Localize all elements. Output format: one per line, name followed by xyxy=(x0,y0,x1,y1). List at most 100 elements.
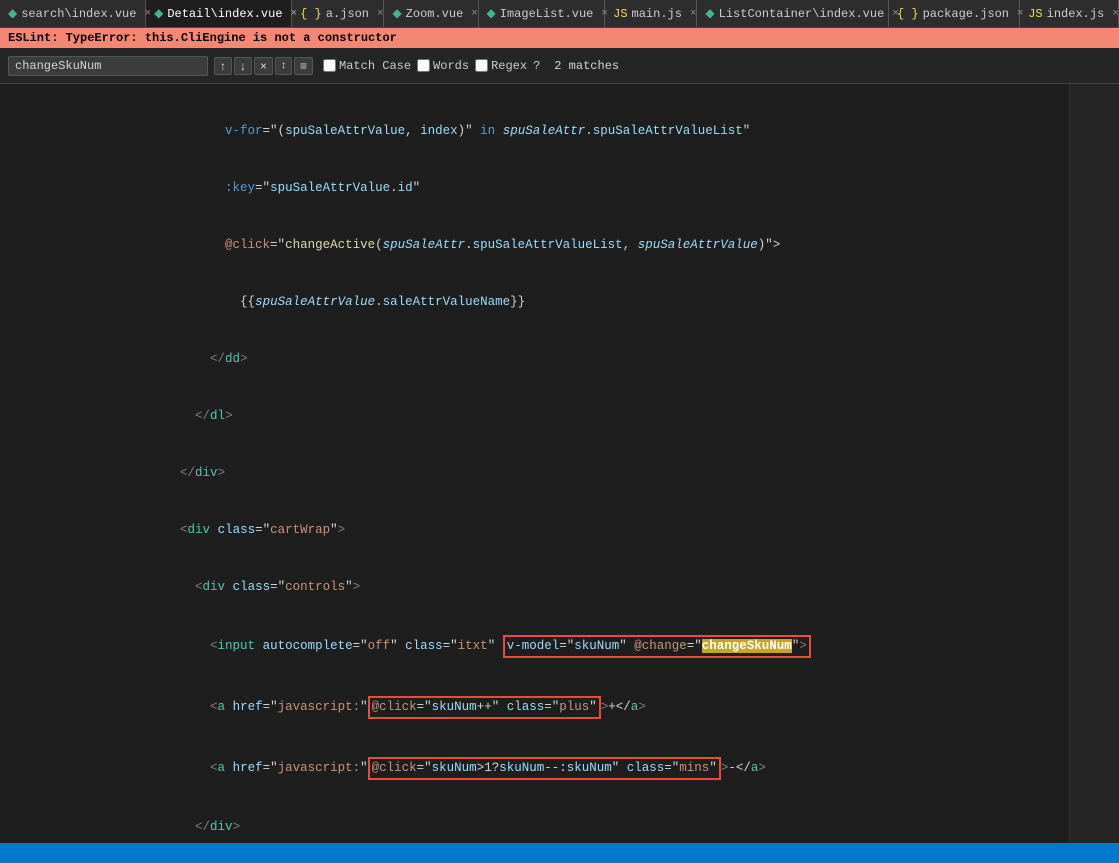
vue-icon: ◆ xyxy=(705,6,714,21)
words-label: Words xyxy=(433,59,469,73)
regex-label: Regex xyxy=(491,59,527,73)
tab-label: search\index.vue xyxy=(21,7,136,21)
line-number xyxy=(12,103,48,160)
match-case-label: Match Case xyxy=(339,59,411,73)
tab-close[interactable]: × xyxy=(892,8,899,20)
tab-close[interactable]: × xyxy=(291,8,298,20)
code-line: <a href="javascript:"@click="skuNum>1?sk… xyxy=(0,738,1069,799)
tab-label: index.js xyxy=(1047,7,1105,21)
line-number xyxy=(12,616,48,677)
line-number xyxy=(12,799,48,843)
tab-listcontainer[interactable]: ◆ ListContainer\index.vue × xyxy=(697,0,889,27)
search-input[interactable] xyxy=(15,59,175,73)
tab-close[interactable]: × xyxy=(144,8,151,20)
help-option[interactable]: ? xyxy=(533,59,540,73)
code-line: </div> xyxy=(0,445,1069,502)
tab-close[interactable]: × xyxy=(1017,8,1024,20)
code-content: </dd> xyxy=(60,331,1069,388)
code-content: <div class="cartWrap"> xyxy=(60,502,1069,559)
tab-zoom-vue[interactable]: ◆ Zoom.vue × xyxy=(384,0,478,27)
tab-detail-index[interactable]: ◆ Detail\index.vue × xyxy=(146,0,292,27)
tab-main-js[interactable]: JS main.js × xyxy=(605,0,697,27)
js-icon: JS xyxy=(1028,7,1042,21)
vue-icon: ◆ xyxy=(392,6,401,21)
json-icon: { } xyxy=(897,7,919,21)
nav-down-button[interactable]: ↓ xyxy=(234,57,252,75)
tab-label: main.js xyxy=(632,7,682,21)
tab-label: Detail\index.vue xyxy=(167,7,282,21)
line-number xyxy=(12,84,48,103)
code-line-input: <input autocomplete="off" class="itxt" v… xyxy=(0,616,1069,677)
vue-icon: ◆ xyxy=(8,6,17,21)
line-number xyxy=(12,388,48,445)
line-number xyxy=(12,677,48,738)
code-content xyxy=(60,84,1069,103)
code-line: {{spuSaleAttrValue.saleAttrValueName}} xyxy=(0,274,1069,331)
code-line: v-for="(spuSaleAttrValue, index)" in spu… xyxy=(0,103,1069,160)
line-number xyxy=(12,502,48,559)
json-icon: { } xyxy=(300,7,322,21)
code-content: {{spuSaleAttrValue.saleAttrValueName}} xyxy=(60,274,1069,331)
search-bar: ↑ ↓ × ↕ ≡ Match Case Words Regex ? 2 mat… xyxy=(0,48,1119,84)
words-checkbox[interactable] xyxy=(417,59,430,72)
tab-close[interactable]: × xyxy=(601,8,608,20)
line-number xyxy=(12,160,48,217)
tab-bar: ◆ search\index.vue × ◆ Detail\index.vue … xyxy=(0,0,1119,28)
code-content: @click="changeActive(spuSaleAttr.spuSale… xyxy=(60,217,1069,274)
line-number xyxy=(12,559,48,616)
line-number xyxy=(12,738,48,799)
code-line: </dd> xyxy=(0,331,1069,388)
code-content: <a href="javascript:"@click="skuNum>1?sk… xyxy=(60,738,1069,799)
code-content: <input autocomplete="off" class="itxt" v… xyxy=(60,616,1069,677)
code-content: :key="spuSaleAttrValue.id" xyxy=(60,160,1069,217)
vue-icon: ◆ xyxy=(154,6,163,21)
code-line: </dl> xyxy=(0,388,1069,445)
code-content: <a href="javascript:"@click="skuNum++" c… xyxy=(60,677,1069,738)
tab-imagelist-vue[interactable]: ◆ ImageList.vue × xyxy=(479,0,606,27)
tab-search-index[interactable]: ◆ search\index.vue × xyxy=(0,0,146,27)
code-line xyxy=(0,84,1069,103)
nav-up-button[interactable]: ↑ xyxy=(214,57,232,75)
tab-index-js[interactable]: JS index.js × xyxy=(1020,0,1119,27)
code-line: <div class="cartWrap"> xyxy=(0,502,1069,559)
tab-close[interactable]: × xyxy=(1112,8,1119,20)
words-option[interactable]: Words xyxy=(417,59,469,73)
tab-label: Zoom.vue xyxy=(406,7,464,21)
code-content: </div> xyxy=(60,445,1069,502)
tab-close[interactable]: × xyxy=(377,8,384,20)
close-search-button[interactable]: × xyxy=(254,57,273,75)
js-icon: JS xyxy=(613,7,627,21)
error-text: ESLint: TypeError: this.CliEngine is not… xyxy=(8,31,397,45)
line-number xyxy=(12,445,48,502)
tab-label: a.json xyxy=(326,7,369,21)
match-case-checkbox[interactable] xyxy=(323,59,336,72)
regex-checkbox[interactable] xyxy=(475,59,488,72)
tab-close[interactable]: × xyxy=(471,8,478,20)
match-case-option[interactable]: Match Case xyxy=(323,59,411,73)
status-bar xyxy=(0,843,1119,863)
search-nav-buttons: ↑ ↓ × ↕ ≡ xyxy=(214,57,313,75)
line-number xyxy=(12,274,48,331)
code-content: </div> xyxy=(60,799,1069,843)
line-number xyxy=(12,217,48,274)
code-content: <div class="controls"> xyxy=(60,559,1069,616)
tab-package-json[interactable]: { } package.json × xyxy=(889,0,1020,27)
code-line: <div class="controls"> xyxy=(0,559,1069,616)
line-number xyxy=(12,331,48,388)
search-input-wrap xyxy=(8,56,208,76)
minimap xyxy=(1069,84,1119,843)
code-content: </dl> xyxy=(60,388,1069,445)
code-line: <a href="javascript:"@click="skuNum++" c… xyxy=(0,677,1069,738)
code-line: :key="spuSaleAttrValue.id" xyxy=(0,160,1069,217)
code-line: </div> xyxy=(0,799,1069,843)
tab-a-json[interactable]: { } a.json × xyxy=(292,0,384,27)
filter-button[interactable]: ≡ xyxy=(294,57,313,75)
search-options: Match Case Words Regex ? xyxy=(323,59,540,73)
match-count: 2 matches xyxy=(554,59,619,73)
regex-option[interactable]: Regex xyxy=(475,59,527,73)
code-content: v-for="(spuSaleAttrValue, index)" in spu… xyxy=(60,103,1069,160)
tab-label: ListContainer\index.vue xyxy=(719,7,885,21)
error-bar: ESLint: TypeError: this.CliEngine is not… xyxy=(0,28,1119,48)
toggle-replace-button[interactable]: ↕ xyxy=(275,57,292,75)
tab-close[interactable]: × xyxy=(690,8,697,20)
